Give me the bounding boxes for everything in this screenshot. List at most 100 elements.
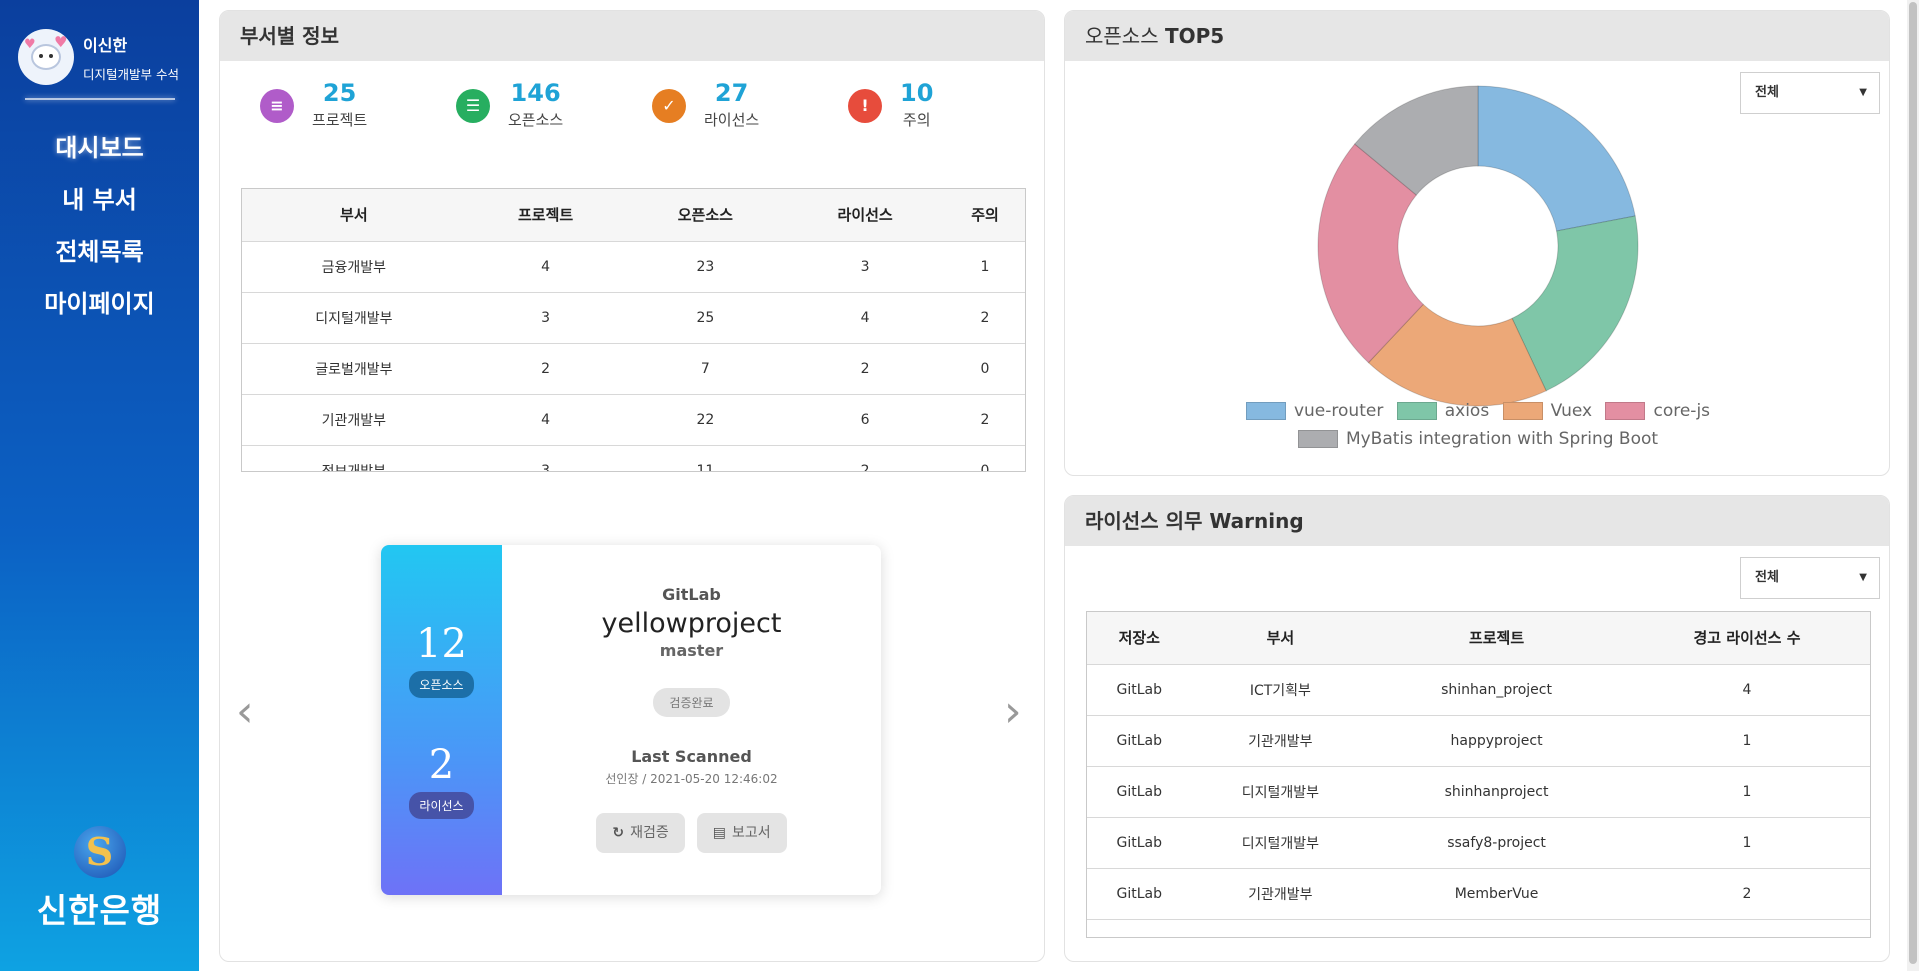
carousel-prev-button[interactable]: ‹ <box>236 686 254 737</box>
cell: 25 <box>625 292 786 344</box>
cell: 금융개발부 <box>242 241 466 293</box>
cell: 기관개발부 <box>242 394 466 446</box>
cell: shinhan_project <box>1369 664 1624 716</box>
legend-item[interactable]: Vuex <box>1502 401 1592 421</box>
table-row[interactable]: 글로벌개발부 2 7 2 0 <box>242 343 1025 395</box>
cell: 2 <box>1623 868 1870 920</box>
sidebar-divider <box>24 98 175 100</box>
cell: GitLab <box>1087 766 1192 818</box>
avatar: ♥ ♥ <box>18 29 74 85</box>
bank-name: 신한은행 <box>36 891 163 930</box>
cell: 1 <box>1623 817 1870 869</box>
stat-value: 146 <box>510 79 561 107</box>
cell: 2 <box>785 343 946 395</box>
bank-logo: S 신한은행 <box>0 826 199 932</box>
col-header[interactable]: 프로젝트 <box>465 189 626 242</box>
table-row[interactable]: 디지털개발부 3 25 4 2 <box>242 292 1025 344</box>
status-badge: 검증완료 <box>653 688 730 717</box>
cell: 1 <box>945 241 1025 293</box>
dept-table-container[interactable]: 부서 프로젝트 오픈소스 라이선스 주의 금융개발부 4 23 3 1 디지털개… <box>241 188 1026 472</box>
legend-item[interactable]: vue-router <box>1245 401 1383 421</box>
cell: 디지털개발부 <box>1191 766 1370 818</box>
nav-item-all-list[interactable]: 전체목록 <box>0 226 199 278</box>
cell: 2 <box>945 292 1025 344</box>
warning-filter-select[interactable]: 전체 ▼ <box>1740 557 1880 599</box>
table-row[interactable]: 기관개발부 4 22 6 2 <box>242 394 1025 446</box>
col-header[interactable]: 부서 <box>1191 612 1370 665</box>
stats-row: ≡ 25 프로젝트 ☰ 146 오픈소스 ✓ 27 라이선스 ! 10 주의 <box>220 61 1044 130</box>
cell: happyproject <box>1369 715 1624 767</box>
list-icon: ☰ <box>456 89 490 123</box>
project-card-details: GitLab yellowproject master 검증완료 Last Sc… <box>502 545 881 895</box>
nav-item-dashboard[interactable]: 대시보드 <box>0 122 199 174</box>
table-row[interactable]: 금융개발부 4 23 3 1 <box>242 241 1025 293</box>
cell: 1 <box>1623 715 1870 767</box>
cell: 3 <box>465 292 626 344</box>
donut-slice-vue-router[interactable] <box>1477 85 1636 232</box>
table-row[interactable]: GitLab 디지털개발부 ssafy8-project 1 <box>1087 817 1870 869</box>
last-scanned-label: Last Scanned <box>631 747 752 766</box>
cell: 디지털개발부 <box>1191 817 1370 869</box>
col-header[interactable]: 라이선스 <box>785 189 946 242</box>
cell: 11 <box>625 445 786 471</box>
cell: 1 <box>1623 766 1870 818</box>
stat-value: 10 <box>900 79 934 107</box>
cell: 3 <box>785 241 946 293</box>
legend-item[interactable]: core-js <box>1605 401 1710 421</box>
nav-item-mypage[interactable]: 마이페이지 <box>0 278 199 330</box>
license-count: 2 <box>428 742 455 788</box>
cell: 디지털개발부 <box>242 292 466 344</box>
cell: 글로벌개발부 <box>242 343 466 395</box>
cell: 7 <box>625 343 786 395</box>
cell: 기관개발부 <box>1191 868 1370 920</box>
cell: 23 <box>625 241 786 293</box>
table-row[interactable]: GitLab 기관개발부 happyproject 1 <box>1087 715 1870 767</box>
top5-panel: 오픈소스 TOP5 전체 ▼ vue-router axios Vuex core… <box>1064 10 1890 476</box>
stat-licenses: ✓ 27 라이선스 <box>652 79 848 130</box>
dept-table: 부서 프로젝트 오픈소스 라이선스 주의 금융개발부 4 23 3 1 디지털개… <box>242 189 1025 471</box>
report-button[interactable]: ▤ 보고서 <box>696 813 787 853</box>
license-pill: 라이선스 <box>409 792 474 819</box>
col-header[interactable]: 프로젝트 <box>1369 612 1624 665</box>
repo-source: GitLab <box>662 585 721 604</box>
page-scrollbar[interactable] <box>1907 0 1919 971</box>
cell: ssafy8-project <box>1369 817 1624 869</box>
nav-item-my-dept[interactable]: 내 부서 <box>0 174 199 226</box>
cell: 2 <box>945 394 1025 446</box>
table-row[interactable]: GitLab ICT기획부 shinhan_project 4 <box>1087 664 1870 716</box>
table-row[interactable]: 정보개발부 3 11 2 0 <box>242 445 1025 471</box>
col-header[interactable]: 저장소 <box>1087 612 1192 665</box>
col-header[interactable]: 부서 <box>242 189 466 242</box>
stat-label: 오픈소스 <box>508 111 564 129</box>
warning-icon: ! <box>848 89 882 123</box>
stat-label: 라이선스 <box>704 111 760 129</box>
badge-check-icon: ✓ <box>652 89 686 123</box>
stat-opensource: ☰ 146 오픈소스 <box>456 79 652 130</box>
scrollbar-thumb[interactable] <box>1909 2 1917 964</box>
warning-table-container[interactable]: 저장소 부서 프로젝트 경고 라이선스 수 GitLab ICT기획부 shin… <box>1086 611 1871 938</box>
table-row[interactable]: GitLab 디지털개발부 shinhanproject 1 <box>1087 766 1870 818</box>
cell: 2 <box>465 343 626 395</box>
bank-emblem-icon: S <box>73 826 126 878</box>
col-header[interactable]: 주의 <box>945 189 1025 242</box>
chart-legend: vue-router axios Vuex core-js MyBatis in… <box>1065 401 1889 453</box>
col-header[interactable]: 경고 라이선스 수 <box>1623 612 1870 665</box>
cell: 6 <box>785 394 946 446</box>
cell: GitLab <box>1087 868 1192 920</box>
profile-name: 이신한 <box>83 35 128 55</box>
cell: 4 <box>1623 664 1870 716</box>
legend-item[interactable]: axios <box>1396 401 1489 421</box>
cell: 0 <box>945 445 1025 471</box>
col-header[interactable]: 오픈소스 <box>625 189 786 242</box>
opensource-pill: 오픈소스 <box>409 671 474 698</box>
sidebar: ♥ ♥ 이신한 디지털개발부 수석 대시보드 내 부서 전체목록 마이페이지 S… <box>0 0 199 971</box>
cell: 기관개발부 <box>1191 715 1370 767</box>
recheck-button[interactable]: ↻ 재검증 <box>596 813 685 853</box>
cell: 3 <box>465 445 626 471</box>
legend-item[interactable]: MyBatis integration with Spring Boot <box>1297 429 1658 449</box>
carousel-next-button[interactable]: › <box>1004 686 1022 737</box>
opensource-count: 12 <box>416 621 467 667</box>
table-row[interactable]: GitLab 기관개발부 MemberVue 2 <box>1087 868 1870 920</box>
stat-projects: ≡ 25 프로젝트 <box>260 79 456 130</box>
branch-name: master <box>659 641 724 660</box>
